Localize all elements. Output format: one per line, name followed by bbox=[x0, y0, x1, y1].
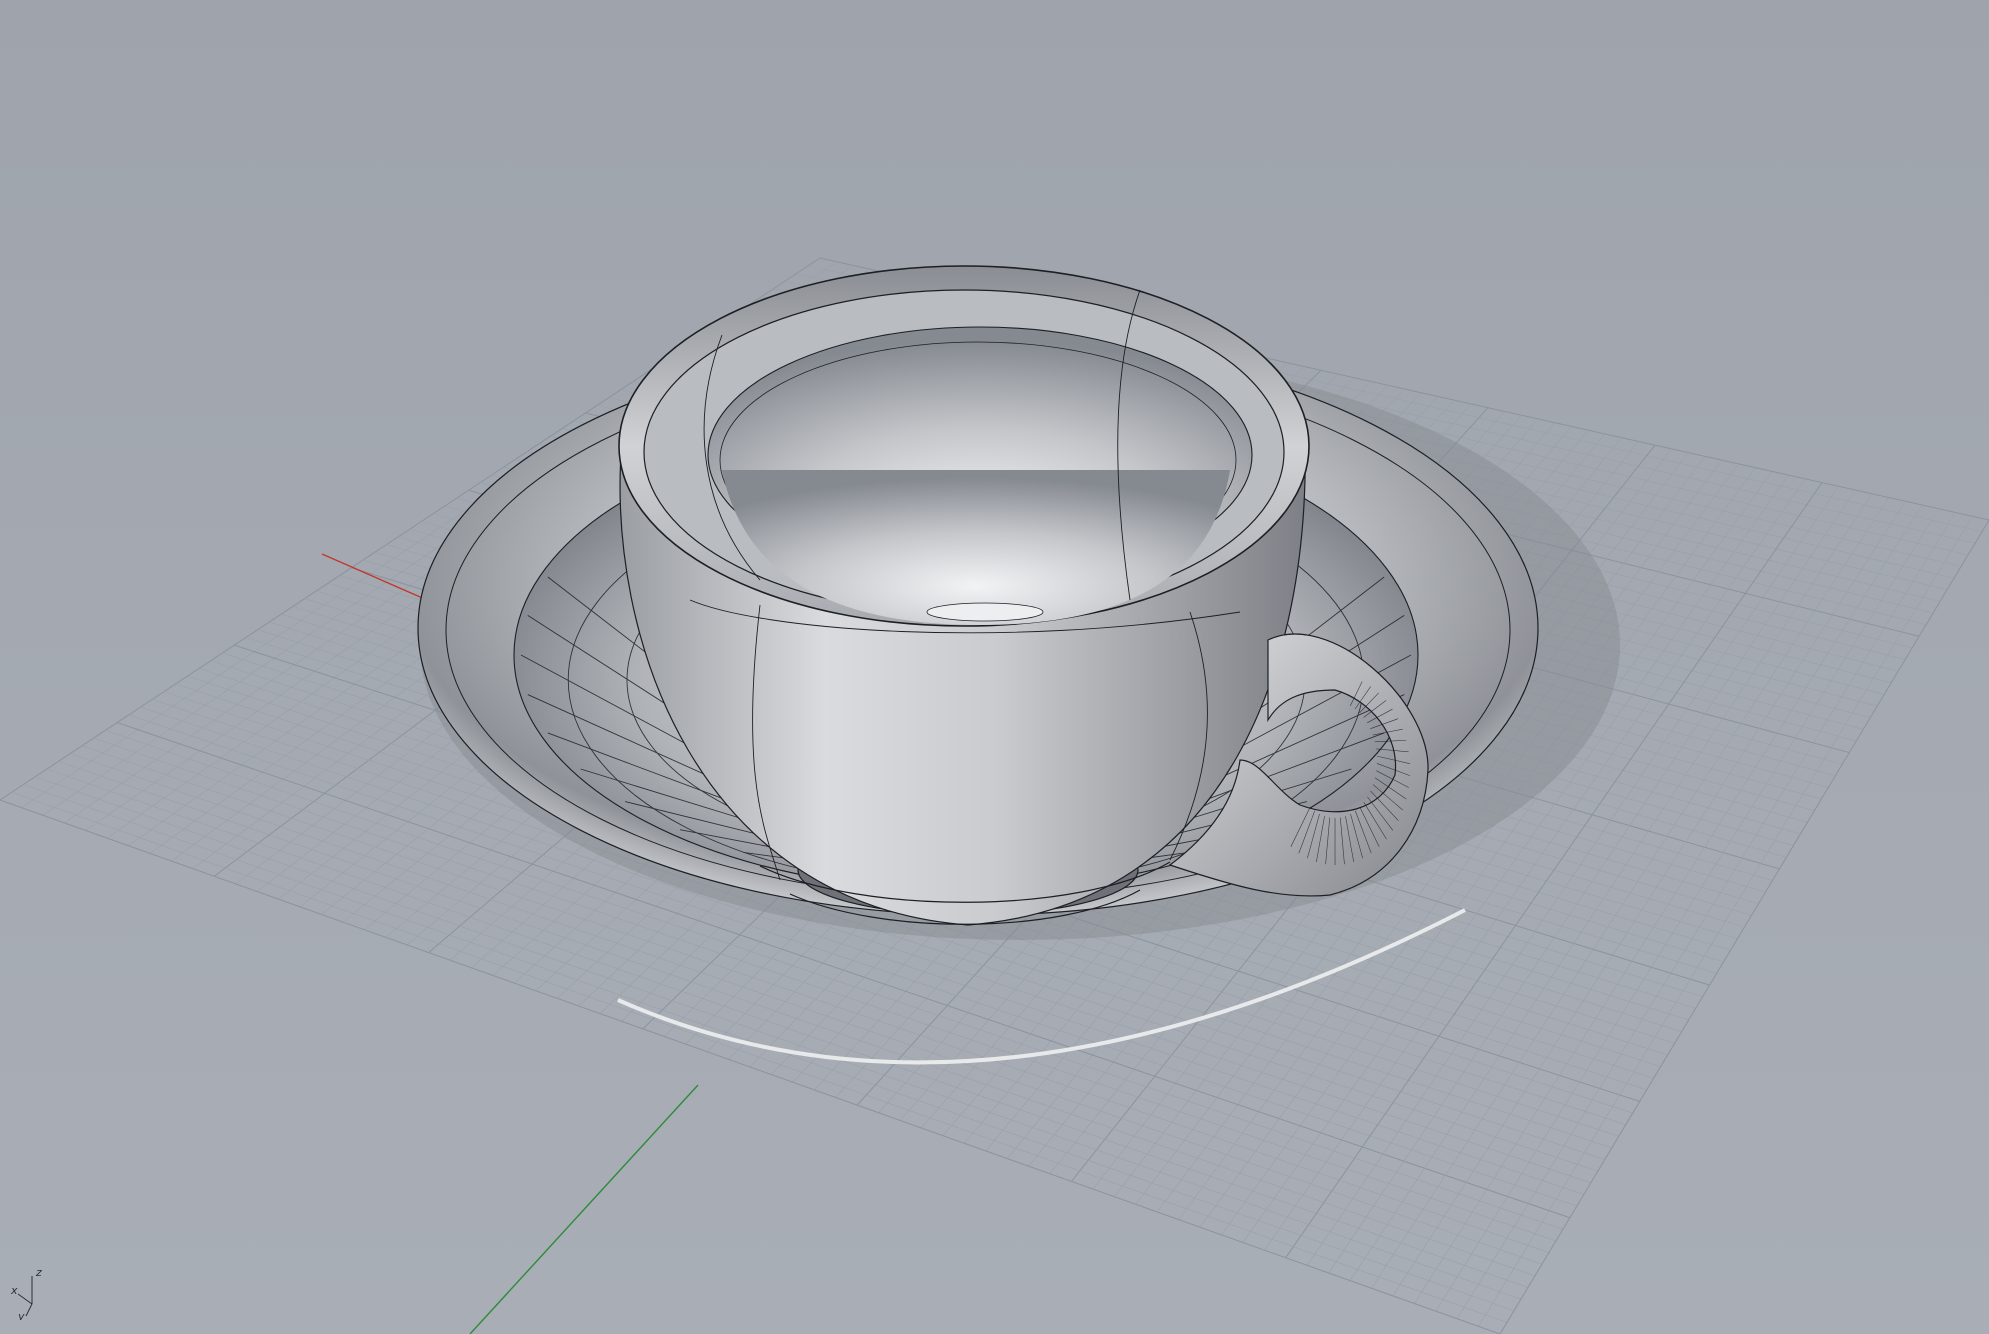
x-axis-label: x bbox=[10, 1284, 18, 1297]
y-axis-line bbox=[469, 1084, 699, 1334]
y-axis-label: y bbox=[17, 1310, 25, 1320]
3d-viewport[interactable]: z x y bbox=[0, 0, 1989, 1334]
viewport-scene[interactable] bbox=[0, 0, 1989, 1334]
world-axis-widget: z x y bbox=[8, 1262, 52, 1323]
z-axis-label: z bbox=[35, 1266, 42, 1279]
